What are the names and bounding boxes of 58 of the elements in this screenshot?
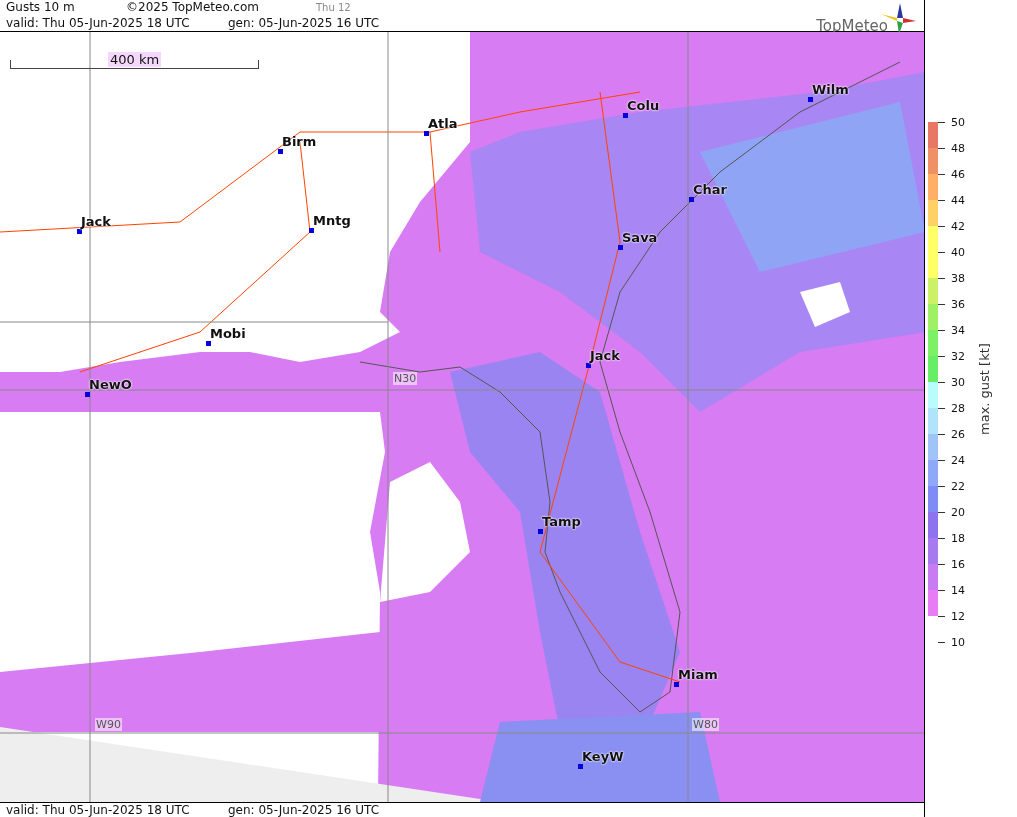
city-label: Colu (627, 98, 660, 113)
city-label: Miam (678, 667, 718, 682)
city-label: Atla (428, 116, 458, 131)
logo-text: TopMeteo (816, 18, 888, 34)
city-marker (623, 113, 628, 118)
valid-time: valid: Thu 05-Jun-2025 18 UTC (6, 15, 191, 31)
city-marker (538, 529, 543, 534)
scale-tick-label: 42 (951, 219, 965, 233)
scale-tick-label: 46 (951, 167, 965, 181)
city-marker (424, 131, 429, 136)
run-label: Thu 12 (316, 1, 351, 16)
city-label: Mobi (210, 326, 246, 341)
scale-tick-label: 40 (951, 245, 965, 259)
scale-tick-label: 28 (951, 401, 965, 415)
city-marker (309, 228, 314, 233)
city-marker (808, 97, 813, 102)
scale-tick-label: 14 (951, 583, 965, 597)
scale-tick-label: 32 (951, 349, 965, 363)
copyright-text: ©2025 TopMeteo.com (126, 0, 260, 16)
city-marker (618, 245, 623, 250)
valid-time: valid: Thu 05-Jun-2025 18 UTC (6, 803, 191, 817)
grid-label: W90 (95, 718, 122, 731)
scale-tick-label: 38 (951, 271, 965, 285)
scale-tick-label: 36 (951, 297, 965, 311)
city-marker (278, 149, 283, 154)
scale-tick-label: 12 (951, 609, 965, 623)
grid-label: N30 (393, 372, 418, 385)
scale-tick-label: 34 (951, 323, 965, 337)
city-marker (586, 363, 591, 368)
city-label: Jack (81, 214, 111, 229)
city-label: NewO (89, 377, 132, 392)
city-label: Wilm (812, 82, 849, 97)
axis-label: max. gust [kt] (977, 342, 992, 435)
scale-tick-label: 18 (951, 531, 965, 545)
city-label: KeyW (582, 749, 624, 764)
scale-tick-label: 30 (951, 375, 965, 389)
scale-label: 400 km (108, 52, 162, 67)
scale-tick-label: 16 (951, 557, 965, 571)
scale-tick-label: 26 (951, 427, 965, 441)
grid-label: W80 (692, 718, 719, 731)
generated-time: gen: 05-Jun-2025 16 UTC (228, 803, 380, 817)
city-marker (689, 197, 694, 202)
map-title: Gusts 10 m (6, 0, 76, 16)
city-marker (206, 341, 211, 346)
scale-tick-label: 10 (951, 635, 965, 649)
scale-tick-label: 50 (951, 115, 965, 129)
scale-tick-label: 44 (951, 193, 965, 207)
city-label: Mntg (313, 213, 351, 228)
city-marker (77, 229, 82, 234)
city-label: Sava (622, 230, 658, 245)
scale-tick-label: 48 (951, 141, 965, 155)
generated-time: gen: 05-Jun-2025 16 UTC (228, 15, 380, 31)
city-marker (578, 764, 583, 769)
scale-tick-label: 20 (951, 505, 965, 519)
scale-tick-label: 22 (951, 479, 965, 493)
scale-tick-label: 24 (951, 453, 965, 467)
city-marker (85, 392, 90, 397)
city-marker (674, 682, 679, 687)
